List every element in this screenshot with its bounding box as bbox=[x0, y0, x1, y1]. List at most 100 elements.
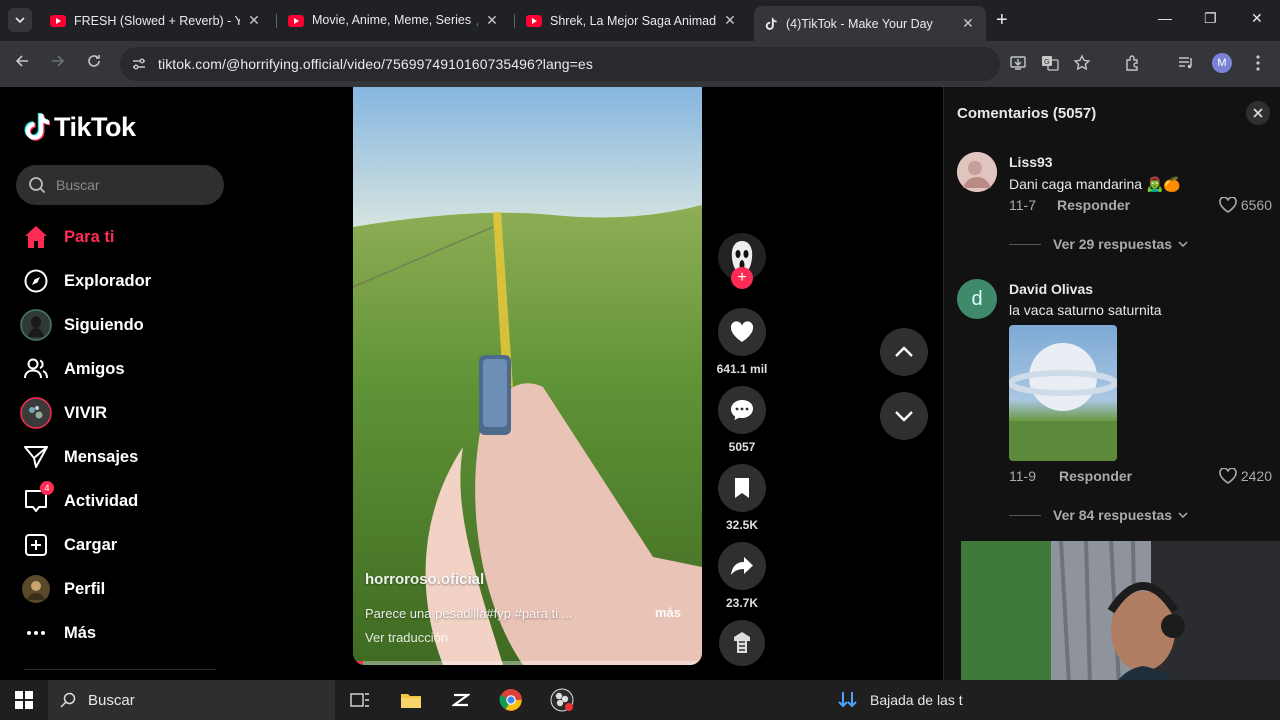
sidebar-item-actividad[interactable]: 4 Actividad bbox=[20, 481, 138, 519]
url-text[interactable]: tiktok.com/@horrifying.official/video/75… bbox=[158, 56, 593, 72]
sidebar-item-label: Más bbox=[64, 623, 97, 642]
news-widget[interactable]: Bajada de las t bbox=[838, 691, 963, 709]
search-input[interactable]: Buscar bbox=[16, 165, 224, 205]
follow-plus-icon[interactable]: + bbox=[731, 267, 753, 289]
save-button[interactable] bbox=[718, 464, 766, 512]
sidebar-item-amigos[interactable]: Amigos bbox=[20, 351, 125, 387]
chrome-button[interactable] bbox=[497, 686, 525, 714]
comment-text: la vaca saturno saturnita bbox=[1009, 302, 1162, 318]
comment-action: 5057 bbox=[718, 386, 766, 454]
browser-toolbar: tiktok.com/@horrifying.official/video/75… bbox=[0, 41, 1280, 87]
browser-tab-active[interactable]: (4)TikTok - Make Your Day ✕ bbox=[754, 6, 986, 41]
compass-icon bbox=[20, 265, 52, 297]
minimize-button[interactable]: — bbox=[1158, 10, 1172, 26]
comment-avatar[interactable] bbox=[957, 152, 997, 192]
previous-video-button[interactable] bbox=[880, 328, 928, 376]
task-view-button[interactable] bbox=[346, 686, 374, 714]
like-button[interactable] bbox=[718, 308, 766, 356]
more-vertical-icon[interactable] bbox=[1248, 53, 1268, 73]
start-button[interactable] bbox=[10, 686, 38, 714]
sidebar-item-para-ti[interactable]: Para ti bbox=[20, 219, 114, 255]
like-action: 641.1 mil bbox=[717, 308, 767, 376]
chrome-icon bbox=[499, 689, 522, 711]
close-icon[interactable]: ✕ bbox=[960, 15, 976, 32]
translate-link[interactable]: Ver traducción bbox=[365, 630, 448, 645]
view-replies-button[interactable]: Ver 29 respuestas bbox=[1009, 236, 1188, 252]
youtube-icon bbox=[526, 14, 542, 27]
sidebar-item-siguiendo[interactable]: Siguiendo bbox=[20, 307, 144, 343]
sidebar-item-label: Siguiendo bbox=[64, 315, 144, 334]
video-author[interactable]: horroroso.oficial bbox=[365, 571, 484, 588]
chevron-down-icon bbox=[895, 411, 913, 422]
next-video-button[interactable] bbox=[880, 392, 928, 440]
reply-button[interactable]: Responder bbox=[1057, 197, 1130, 213]
view-replies-button[interactable]: Ver 84 respuestas bbox=[1009, 507, 1188, 523]
sidebar-item-mensajes[interactable]: Mensajes bbox=[20, 439, 138, 475]
sidebar-item-mas[interactable]: Más bbox=[20, 615, 96, 651]
site-settings-icon[interactable] bbox=[130, 55, 148, 73]
taskbar-search-text: Buscar bbox=[88, 691, 135, 709]
translate-icon[interactable]: G bbox=[1040, 53, 1060, 73]
taskbar-search[interactable]: Buscar bbox=[48, 680, 335, 720]
capcut-button[interactable] bbox=[447, 686, 475, 714]
news-widget-text: Bajada de las t bbox=[870, 692, 963, 708]
reload-button[interactable] bbox=[86, 53, 102, 74]
browser-tab[interactable]: Movie, Anime, Meme, Series 🎵 ✕ bbox=[278, 6, 510, 35]
reply-button[interactable]: Responder bbox=[1059, 468, 1132, 484]
heart-outline-icon bbox=[1219, 468, 1237, 484]
chevron-down-icon bbox=[1178, 241, 1188, 247]
new-tab-button[interactable]: + bbox=[996, 10, 1008, 30]
reload-icon bbox=[88, 55, 100, 67]
sidebar-item-label: Amigos bbox=[64, 359, 125, 378]
tiktok-logo[interactable]: TikTok bbox=[24, 112, 136, 143]
comment-image[interactable] bbox=[1009, 325, 1117, 461]
more-icon bbox=[20, 617, 52, 649]
media-control-icon[interactable] bbox=[1176, 53, 1196, 73]
extensions-icon[interactable] bbox=[1123, 53, 1143, 73]
close-icon[interactable]: ✕ bbox=[484, 12, 500, 29]
sidebar-item-vivir[interactable]: VIVIR bbox=[20, 395, 107, 431]
video-player[interactable]: horroroso.oficial Parece una pesadilla#f… bbox=[353, 87, 702, 665]
view-replies-label: Ver 84 respuestas bbox=[1053, 507, 1173, 523]
obs-button[interactable] bbox=[548, 686, 576, 714]
home-icon bbox=[20, 221, 52, 253]
upload-icon bbox=[20, 529, 52, 561]
creator-avatar[interactable]: + bbox=[718, 233, 766, 289]
comment-username[interactable]: Liss93 bbox=[1009, 154, 1053, 170]
close-comments-button[interactable] bbox=[1246, 101, 1270, 125]
comment-username[interactable]: David Olivas bbox=[1009, 281, 1093, 297]
forward-button[interactable] bbox=[50, 53, 66, 74]
sidebar-item-explorador[interactable]: Explorador bbox=[20, 263, 151, 299]
windows-taskbar: Buscar Bajada de las t bbox=[0, 680, 1280, 720]
sound-disc-button[interactable] bbox=[719, 620, 765, 666]
sidebar-item-perfil[interactable]: Perfil bbox=[20, 571, 105, 607]
comment-like-button[interactable]: 6560 bbox=[1219, 197, 1272, 213]
tab-search-button[interactable] bbox=[8, 8, 32, 32]
share-button[interactable] bbox=[718, 542, 766, 590]
browser-tab[interactable]: FRESH (Slowed + Reverb) - You ✕ bbox=[40, 6, 272, 35]
description-more-button[interactable]: más bbox=[655, 605, 681, 620]
close-window-button[interactable]: ✕ bbox=[1251, 10, 1263, 27]
install-app-icon[interactable] bbox=[1008, 53, 1028, 73]
restore-button[interactable]: ❐ bbox=[1204, 10, 1217, 27]
comment-icon bbox=[731, 400, 753, 420]
close-icon[interactable]: ✕ bbox=[246, 12, 262, 29]
close-icon[interactable]: ✕ bbox=[722, 12, 738, 29]
comment-like-button[interactable]: 2420 bbox=[1219, 468, 1272, 484]
browser-tab[interactable]: Shrek, La Mejor Saga Animada ✕ bbox=[516, 6, 748, 35]
sidebar-item-cargar[interactable]: Cargar bbox=[20, 527, 117, 563]
file-explorer-button[interactable] bbox=[397, 686, 425, 714]
arrow-left-icon bbox=[15, 55, 28, 67]
back-button[interactable] bbox=[14, 53, 30, 74]
video-progress-bar[interactable] bbox=[353, 661, 702, 665]
comment-avatar[interactable]: d bbox=[957, 279, 997, 319]
folder-icon bbox=[401, 694, 421, 708]
address-bar[interactable]: tiktok.com/@horrifying.official/video/75… bbox=[120, 47, 1000, 81]
profile-avatar[interactable]: M bbox=[1212, 53, 1232, 73]
comment-button[interactable] bbox=[718, 386, 766, 434]
logo-text: TikTok bbox=[54, 112, 136, 142]
bookmark-star-icon[interactable] bbox=[1072, 53, 1092, 73]
creator-avatar-button[interactable]: + bbox=[718, 233, 766, 289]
task-view-icon bbox=[350, 693, 369, 707]
live-icon bbox=[20, 397, 52, 429]
